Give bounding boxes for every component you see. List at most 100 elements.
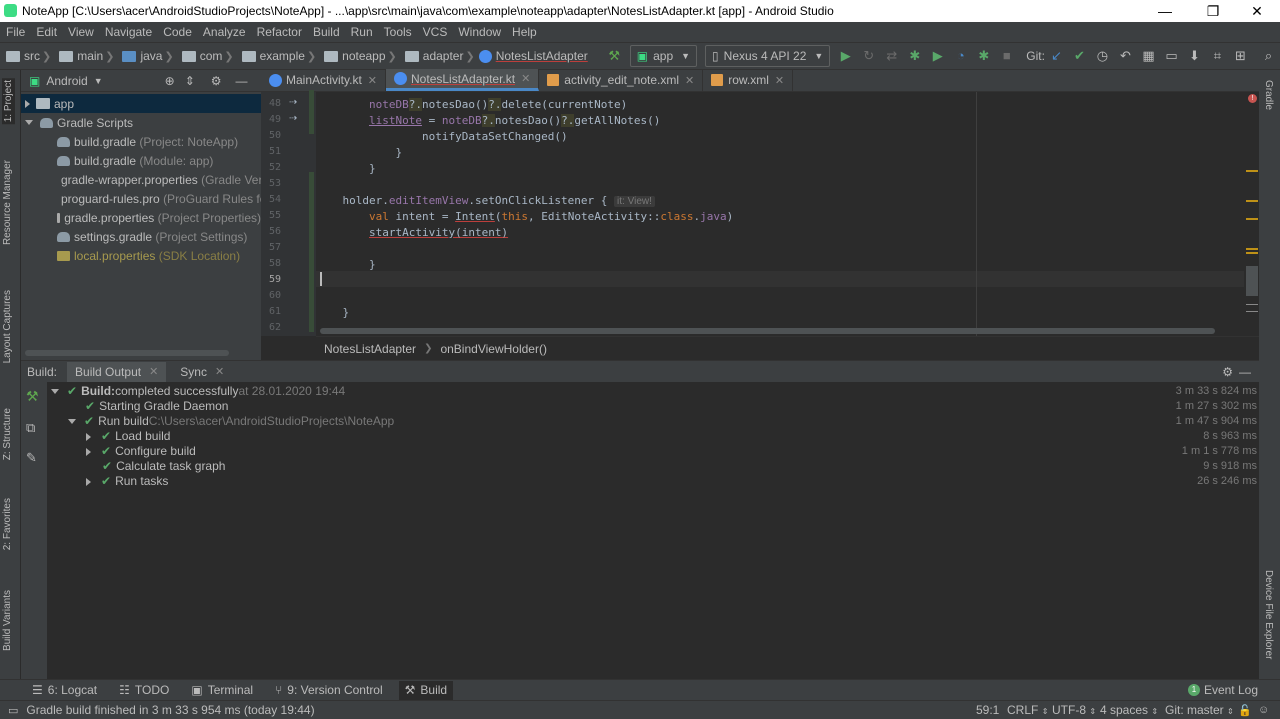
close-tab-icon[interactable]: ✕ [368,74,377,87]
tree-item-proguard[interactable]: proguard-rules.pro (ProGuard Rules fo [21,189,266,208]
make-project-icon[interactable]: ⚒ [608,48,621,64]
debug-icon[interactable]: ✱ [908,48,921,64]
collapse-icon[interactable]: ⇕ [185,74,195,88]
menu-tools[interactable]: Tools [384,25,412,39]
menu-help[interactable]: Help [512,25,537,39]
rebuild-icon[interactable]: ⚒ [26,388,39,405]
code-editor[interactable]: noteDB?.notesDao()?.delete(currentNote) … [316,92,1244,336]
menu-vcs[interactable]: VCS [423,25,448,39]
tree-item-settings-gradle[interactable]: settings.gradle (Project Settings) [21,227,261,246]
implementation-icon[interactable]: ⇢ [289,113,297,124]
gear-icon[interactable]: ⚙ [211,74,222,88]
build-row[interactable]: ✔ Build: completed successfully at 28.01.… [51,384,345,399]
expand-arrow-icon[interactable] [86,432,91,441]
resource-icon[interactable]: ⊞ [1234,48,1247,64]
close-tab-icon[interactable]: ✕ [775,74,784,87]
tab-device-file-explorer[interactable]: Device File Explorer [1263,570,1274,659]
tab-sync[interactable]: Sync ✕ [172,362,232,382]
menu-view[interactable]: View [68,25,94,39]
minimize-button[interactable]: — [1142,0,1188,22]
tab-layout-captures[interactable]: Layout Captures [2,290,13,363]
history-icon[interactable]: ◷ [1096,48,1109,64]
build-row[interactable]: ✔ Calculate task graph [102,459,225,474]
tab-gradle[interactable]: Gradle [1263,80,1274,110]
tree-item-build-gradle-project[interactable]: build.gradle (Project: NoteApp) [21,132,261,151]
tab-structure[interactable]: Z: Structure [2,408,13,460]
tab-build-output[interactable]: Build Output ✕ [67,361,167,382]
warning-mark[interactable] [1246,248,1258,250]
horizontal-scrollbar[interactable] [25,350,229,356]
git-update-icon[interactable]: ↙ [1050,48,1063,64]
close-tab-icon[interactable]: ✕ [685,74,694,87]
coverage-icon[interactable]: ▶ [931,48,944,64]
locate-icon[interactable]: ⊕ [165,74,175,88]
implementation-icon[interactable]: ⇢ [289,97,297,108]
warning-mark[interactable] [1246,252,1258,254]
tab-version-control[interactable]: ⑂ 9: Version Control [269,681,389,700]
collapse-arrow-icon[interactable] [25,120,33,125]
tree-item-gradle-wrapper[interactable]: gradle-wrapper.properties (Gradle Ver [21,170,262,189]
tab-build-variants[interactable]: Build Variants [2,590,13,651]
search-icon[interactable]: ⌕ [1262,48,1275,64]
crumb-noteapp[interactable]: noteapp ❯ [320,49,399,63]
crumb-src[interactable]: src ❯ [2,49,53,63]
crumb-adapter[interactable]: adapter ❯ [401,49,477,63]
vcs-change-marker[interactable] [309,90,314,134]
tab-noteslistadapter[interactable]: NotesListAdapter.kt ✕ [386,69,540,91]
apply-changes-icon[interactable]: ↻ [862,48,875,64]
warning-mark[interactable] [1246,218,1258,220]
error-stripe[interactable]: ! [1244,92,1259,336]
expand-arrow-icon[interactable] [86,477,91,486]
tab-favorites[interactable]: 2: Favorites [2,498,13,550]
tab-resource-manager[interactable]: Resource Manager [2,160,13,245]
line-separator[interactable]: CRLF ⇕ [1007,703,1048,717]
git-branch[interactable]: Git: master ⇕ [1165,703,1234,717]
run-icon[interactable]: ▶ [839,48,852,64]
menu-navigate[interactable]: Navigate [105,25,152,39]
horizontal-scrollbar[interactable] [320,328,1215,334]
git-commit-icon[interactable]: ✔ [1073,48,1086,64]
tree-item-app[interactable]: app [21,94,261,113]
close-tab-icon[interactable]: ✕ [521,72,530,85]
chevron-down-icon[interactable]: ▼ [94,76,103,86]
build-row[interactable]: ✔ Configure build [86,444,196,459]
tree-item-build-gradle-module[interactable]: build.gradle (Module: app) [21,151,261,170]
breadcrumb-class[interactable]: NotesListAdapter [324,342,416,356]
warning-mark[interactable] [1246,200,1258,202]
tree-item-gradle-properties[interactable]: gradle.properties (Project Properties) [21,208,261,227]
tree-item-gradle-scripts[interactable]: Gradle Scripts [21,113,261,132]
crumb-com[interactable]: com ❯ [178,49,236,63]
avd-manager-icon[interactable]: ▭ [1165,48,1178,64]
close-button[interactable]: ✕ [1234,0,1280,22]
layout-inspector-icon[interactable]: ⌗ [1211,48,1224,64]
crumb-file[interactable]: NotesListAdapter [478,49,588,63]
hide-icon[interactable]: — [1239,365,1251,379]
indent-setting[interactable]: 4 spaces ⇕ [1100,703,1158,717]
tree-item-local-properties[interactable]: local.properties (SDK Location) [21,246,261,265]
tab-terminal[interactable]: ▣ Terminal [185,681,259,700]
collapse-arrow-icon[interactable] [68,419,76,424]
event-log-button[interactable]: 1 Event Log [1182,681,1264,700]
scroll-thumb[interactable] [1246,266,1258,296]
attach-debugger-icon[interactable]: ✱ [977,48,990,64]
menu-analyze[interactable]: Analyze [203,25,246,39]
crumb-example[interactable]: example ❯ [238,49,319,63]
sdk-manager-icon[interactable]: ⬇ [1188,48,1201,64]
device-select[interactable]: ▯ Nexus 4 API 22 ▼ [705,45,831,67]
menu-file[interactable]: File [6,25,25,39]
gear-icon[interactable]: ⚙ [1222,365,1233,379]
build-row[interactable]: ✔ Run build C:\Users\acer\AndroidStudioPr… [68,414,394,429]
run-config-select[interactable]: ▣ app ▼ [629,45,698,67]
project-structure-icon[interactable]: ▦ [1142,48,1155,64]
stop-icon[interactable]: ■ [1000,48,1013,64]
build-row[interactable]: ✔ Load build [86,429,170,444]
rollback-icon[interactable]: ↶ [1119,48,1132,64]
apply-code-changes-icon[interactable]: ⇄ [885,48,898,64]
hide-icon[interactable]: — [236,74,248,88]
menu-build[interactable]: Build [313,25,340,39]
menu-edit[interactable]: Edit [36,25,57,39]
cursor-position[interactable]: 59:1 [976,703,999,717]
build-row[interactable]: ✔ Run tasks [86,474,168,489]
lock-icon[interactable]: 🔓 [1238,704,1252,717]
status-message[interactable]: Gradle build finished in 3 m 33 s 954 ms… [26,703,314,717]
